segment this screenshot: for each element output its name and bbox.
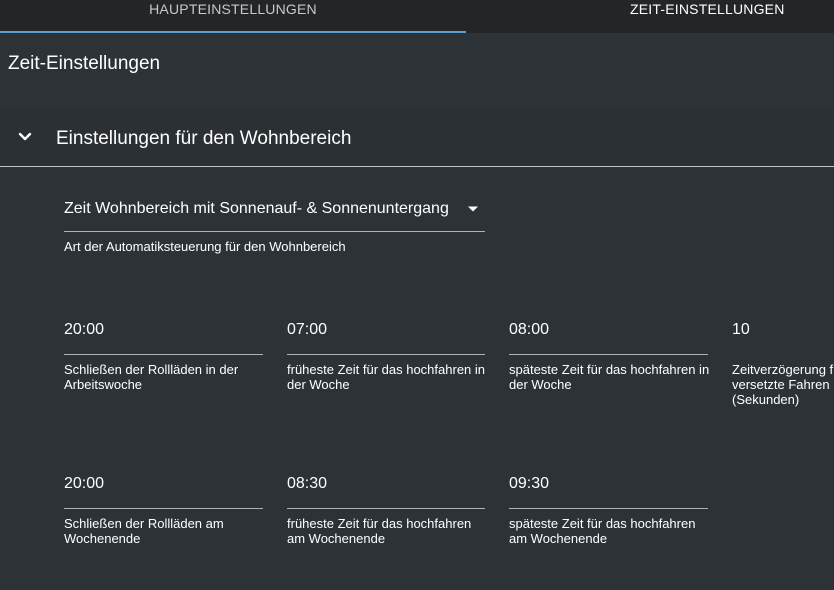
number-input-value: 10 <box>732 322 750 338</box>
tab-haupteinstellungen-label: HAUPTEINSTELLUNGEN <box>149 1 317 17</box>
chevron-down-icon[interactable] <box>18 130 32 144</box>
field-label: Schließen der Rollläden am Wochenende <box>64 516 224 546</box>
tab-indicator <box>0 31 466 33</box>
field-label: früheste Zeit für das hochfahren in der … <box>287 362 486 392</box>
time-input-earliest-weekend[interactable]: 08:30 <box>287 475 485 509</box>
mode-select[interactable]: Zeit Wohnbereich mit Sonnenauf- & Sonnen… <box>64 191 485 232</box>
time-input-latest-week[interactable]: 08:00 <box>509 321 708 355</box>
page-title: Zeit-Einstellungen <box>8 53 161 74</box>
tab-bar: HAUPTEINSTELLUNGEN ZEIT-EINSTELLUNGEN <box>0 0 834 33</box>
time-input-value: 07:00 <box>287 321 328 338</box>
tab-zeit-einstellungen-label: ZEIT-EINSTELLUNGEN <box>630 1 785 17</box>
time-input-close-weekend[interactable]: 20:00 <box>64 475 263 509</box>
time-input-value: 09:30 <box>509 475 550 492</box>
mode-select-value: Zeit Wohnbereich mit Sonnenauf- & Sonnen… <box>64 200 449 217</box>
time-input-close-workweek[interactable]: 20:00 <box>64 321 263 355</box>
field-label: früheste Zeit für das hochfahren am Woch… <box>287 516 472 546</box>
time-input-latest-weekend[interactable]: 09:30 <box>509 475 708 509</box>
tab-haupteinstellungen[interactable]: HAUPTEINSTELLUNGEN <box>0 0 466 31</box>
tab-zeit-einstellungen[interactable]: ZEIT-EINSTELLUNGEN <box>466 0 834 31</box>
panel-title: Einstellungen für den Wohnbereich <box>56 128 352 149</box>
time-input-value: 08:30 <box>287 475 328 492</box>
field-delay: 10 Zeitverzögerung für versetzte Fahren … <box>732 322 834 422</box>
field-label: Schließen der Rollläden in der Arbeitswo… <box>64 362 239 392</box>
dropdown-arrow-icon[interactable] <box>467 205 479 213</box>
time-input-value: 20:00 <box>64 321 105 338</box>
field-label: späteste Zeit für das hochfahren am Woch… <box>509 516 696 546</box>
field-label: späteste Zeit für das hochfahren in der … <box>509 362 710 392</box>
time-input-value: 20:00 <box>64 475 105 492</box>
field-label: Zeitverzögerung für versetzte Fahren (Se… <box>732 362 834 407</box>
panel-header-wohnbereich[interactable]: Einstellungen für den Wohnbereich <box>0 108 834 167</box>
time-input-earliest-week[interactable]: 07:00 <box>287 321 485 355</box>
mode-select-help: Art der Automatiksteuerung für den Wohnb… <box>64 239 346 254</box>
time-input-value: 08:00 <box>509 321 550 338</box>
number-input-delay[interactable]: 10 <box>732 322 834 354</box>
